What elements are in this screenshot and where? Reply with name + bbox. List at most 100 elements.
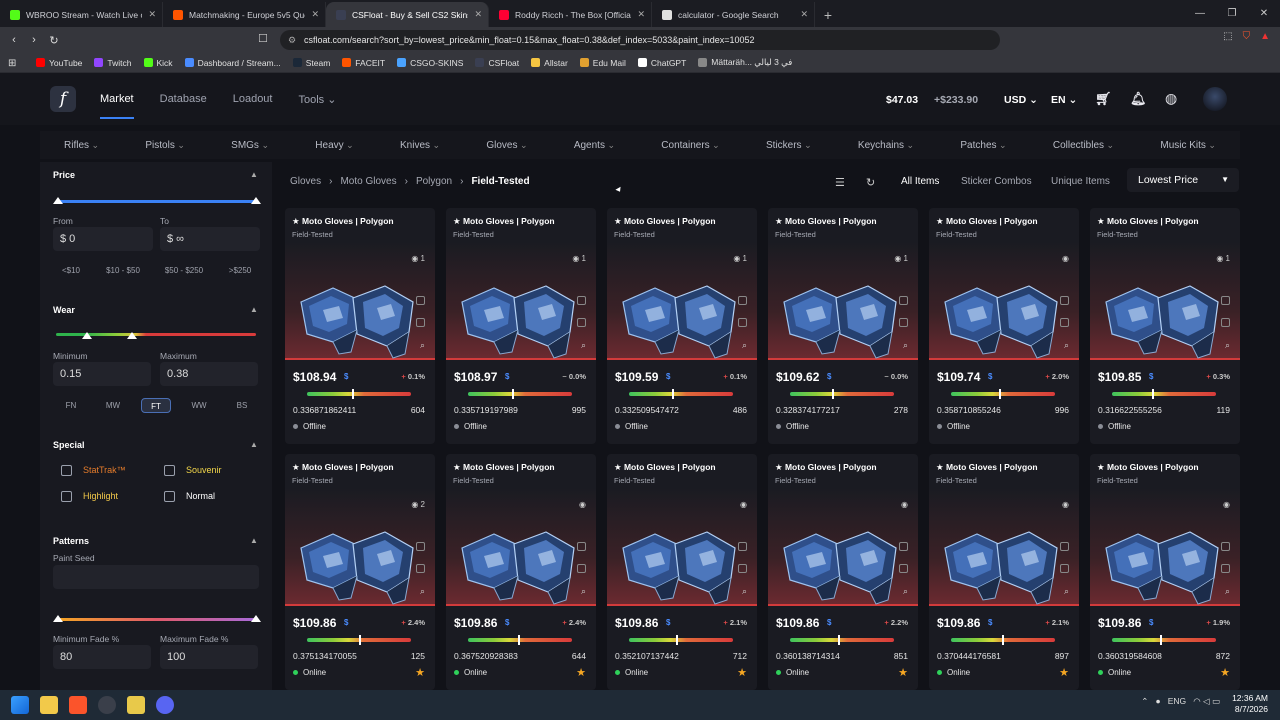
- float-value[interactable]: 0.352107137442: [615, 651, 679, 661]
- listing-card[interactable]: ★ Moto Gloves | Polygon Field-Tested ◉ 1 ⌕ $…: [446, 208, 596, 444]
- zoom-icon[interactable]: ⌕: [1064, 340, 1069, 351]
- screenshot-icon[interactable]: [1221, 564, 1230, 573]
- filter-icon[interactable]: ☰: [835, 176, 845, 189]
- star-icon[interactable]: ★: [415, 666, 425, 679]
- screenshot-icon[interactable]: [899, 564, 908, 573]
- pending-balance[interactable]: +$233.90: [934, 94, 978, 106]
- bookmark-item[interactable]: Mättaräh... في 3 ليالي: [698, 57, 792, 68]
- extension-icon[interactable]: ⬚: [1223, 31, 1232, 42]
- listing-card[interactable]: ★ Moto Gloves | Polygon Field-Tested ◉ ⌕ $1…: [768, 454, 918, 690]
- price-min-handle[interactable]: [53, 197, 63, 204]
- special-section-title[interactable]: Special ▲: [53, 440, 258, 450]
- bookmark-item[interactable]: Edu Mail: [579, 58, 626, 68]
- category-keychains[interactable]: Keychains: [858, 131, 914, 159]
- screenshot-icon[interactable]: [577, 564, 586, 573]
- taskbar-clock[interactable]: 12:36 AM 8/7/2026: [1232, 693, 1268, 715]
- star-icon[interactable]: ★: [737, 666, 747, 679]
- category-heavy[interactable]: Heavy: [315, 131, 353, 159]
- normal-label[interactable]: Normal: [186, 491, 215, 501]
- discord-icon[interactable]: [156, 696, 174, 714]
- float-value[interactable]: 0.360319584608: [1098, 651, 1162, 661]
- refresh-icon[interactable]: ↻: [866, 176, 875, 189]
- category-containers[interactable]: Containers: [661, 131, 719, 159]
- highlight-label[interactable]: Highlight: [83, 491, 118, 501]
- price-to-input[interactable]: $ ∞: [160, 227, 260, 251]
- zoom-icon[interactable]: ⌕: [1225, 586, 1230, 597]
- nav-database[interactable]: Database: [160, 93, 207, 106]
- bookmark-item[interactable]: CSGO-SKINS: [397, 58, 463, 68]
- item-image[interactable]: [1090, 488, 1240, 606]
- souvenir-label[interactable]: Souvenir: [186, 465, 222, 475]
- float-value[interactable]: 0.335719197989: [454, 405, 518, 415]
- wear-section-title[interactable]: Wear ▲: [53, 305, 258, 315]
- screenshot-icon[interactable]: [738, 564, 747, 573]
- listing-card[interactable]: ★ Moto Gloves | Polygon Field-Tested ◉ ⌕ $1…: [929, 454, 1079, 690]
- close-tab-icon[interactable]: ✕: [637, 9, 645, 20]
- zoom-icon[interactable]: ⌕: [420, 340, 425, 351]
- fade-slider[interactable]: [56, 618, 256, 621]
- fade-min-handle[interactable]: [53, 615, 63, 622]
- float-value[interactable]: 0.332509547472: [615, 405, 679, 415]
- breadcrumb-polygon[interactable]: Polygon: [416, 176, 452, 187]
- inspect-icon[interactable]: [416, 296, 425, 305]
- category-patches[interactable]: Patches: [960, 131, 1006, 159]
- tab-all-items[interactable]: All Items: [901, 176, 939, 187]
- zoom-icon[interactable]: ⌕: [1064, 586, 1069, 597]
- price-slider[interactable]: [56, 200, 256, 203]
- item-image[interactable]: [446, 488, 596, 606]
- item-image[interactable]: [929, 242, 1079, 360]
- close-tab-icon[interactable]: ✕: [148, 9, 156, 20]
- category-gloves[interactable]: Gloves: [486, 131, 527, 159]
- browser-tab[interactable]: Matchmaking - Europe 5v5 Queue - ✕: [163, 2, 326, 27]
- price-chip-10-50[interactable]: $10 - $50: [102, 266, 144, 275]
- wear-button-mw[interactable]: MW: [98, 398, 128, 413]
- bookmark-item[interactable]: Twitch: [94, 58, 132, 68]
- brave-shield-icon[interactable]: ⛉: [1243, 31, 1251, 42]
- wear-min-handle[interactable]: [82, 332, 92, 339]
- palette-icon[interactable]: ◍: [1165, 90, 1177, 107]
- category-pistols[interactable]: Pistols: [145, 131, 185, 159]
- tab-sticker-combos[interactable]: Sticker Combos: [961, 176, 1032, 187]
- zoom-icon[interactable]: ⌕: [581, 340, 586, 351]
- minimize-icon[interactable]: —: [1184, 0, 1216, 27]
- inspect-icon[interactable]: [1060, 542, 1069, 551]
- close-window-icon[interactable]: ✕: [1248, 0, 1280, 27]
- bookmark-item[interactable]: FACEIT: [342, 58, 385, 68]
- inspect-icon[interactable]: [416, 542, 425, 551]
- souvenir-checkbox[interactable]: [164, 465, 175, 476]
- csfloat-logo[interactable]: f: [50, 86, 76, 112]
- zoom-icon[interactable]: ⌕: [903, 586, 908, 597]
- nav-loadout[interactable]: Loadout: [233, 93, 273, 106]
- category-stickers[interactable]: Stickers: [766, 131, 812, 159]
- screenshot-icon[interactable]: [577, 318, 586, 327]
- float-value[interactable]: 0.336871862411: [293, 405, 356, 415]
- screenshot-icon[interactable]: [416, 564, 425, 573]
- bookmark-item[interactable]: ChatGPT: [637, 58, 686, 68]
- category-agents[interactable]: Agents: [574, 131, 615, 159]
- app-icon[interactable]: [98, 696, 116, 714]
- browser-tab[interactable]: Roddy Ricch - The Box [Official A ✕: [489, 2, 652, 27]
- price-chip-under-10[interactable]: <$10: [56, 266, 86, 275]
- price-max-handle[interactable]: [251, 197, 261, 204]
- close-tab-icon[interactable]: ✕: [311, 9, 319, 20]
- bell-icon[interactable]: 🔔︎: [1130, 91, 1147, 107]
- wifi-icon[interactable]: ◠: [1193, 696, 1200, 706]
- microphone-icon[interactable]: ●: [1156, 696, 1161, 706]
- listing-card[interactable]: ★ Moto Gloves | Polygon Field-Tested ◉ ⌕ $1…: [1090, 454, 1240, 690]
- wear-max-input[interactable]: 0.38: [160, 362, 258, 386]
- new-tab-icon[interactable]: +: [815, 2, 841, 27]
- bookmark-item[interactable]: Allstar: [531, 58, 568, 68]
- stattrak-label[interactable]: StatTrak™: [83, 465, 126, 475]
- avatar[interactable]: [1203, 87, 1227, 111]
- restore-icon[interactable]: ❐: [1216, 0, 1248, 27]
- screenshot-icon[interactable]: [1060, 318, 1069, 327]
- bookmark-icon[interactable]: ☐: [258, 32, 268, 45]
- language-select[interactable]: EN ⌄: [1051, 94, 1077, 106]
- browser-tab[interactable]: calculator - Google Search ✕: [652, 2, 815, 27]
- min-fade-input[interactable]: 80: [53, 645, 151, 669]
- zoom-icon[interactable]: ⌕: [420, 586, 425, 597]
- inspect-icon[interactable]: [899, 542, 908, 551]
- category-rifles[interactable]: Rifles: [64, 131, 99, 159]
- bookmark-item[interactable]: Dashboard / Stream...: [184, 58, 281, 68]
- float-value[interactable]: 0.375134170055: [293, 651, 357, 661]
